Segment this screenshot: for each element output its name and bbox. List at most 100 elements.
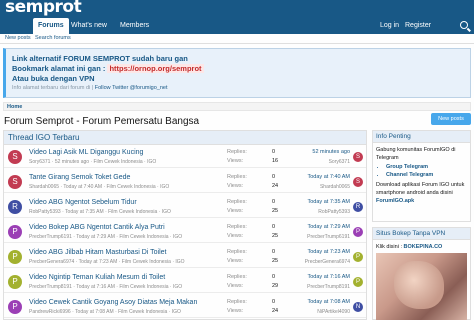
notice-alternate-link[interactable]: https://ornop.org/semprot bbox=[107, 64, 204, 73]
views-count: 25 bbox=[272, 258, 279, 264]
twitter-link[interactable]: Follow Twitter @forumigo_net bbox=[95, 85, 168, 91]
last-post-user[interactable]: RobPatty5393 bbox=[318, 209, 350, 215]
last-post-user[interactable]: PrecberTrump8191 bbox=[307, 284, 350, 290]
last-poster-avatar[interactable]: R bbox=[353, 202, 363, 212]
channel-telegram-link[interactable]: Channel Telegram bbox=[386, 171, 467, 179]
last-post-user[interactable]: Shardah0065 bbox=[320, 184, 350, 190]
avatar[interactable]: P bbox=[8, 300, 22, 314]
last-post-time[interactable]: Today at 7:16 AM bbox=[308, 274, 351, 280]
new-posts-button[interactable]: New posts bbox=[431, 113, 471, 125]
last-poster-avatar[interactable]: S bbox=[353, 177, 363, 187]
thread-title[interactable]: Tante Girang Semok Toket Gede bbox=[29, 174, 130, 181]
views-label: Views: bbox=[227, 258, 244, 264]
last-post-time[interactable]: Today at 7:29 AM bbox=[308, 224, 351, 230]
last-post-time[interactable]: 52 minutes ago bbox=[312, 149, 350, 155]
sidebar-info-body: Gabung komunitas ForumIGO di Telegram Gr… bbox=[373, 143, 470, 208]
site-logo[interactable]: semprot bbox=[5, 0, 82, 17]
views-count: 25 bbox=[272, 208, 279, 214]
last-poster-avatar[interactable]: S bbox=[353, 152, 363, 162]
thread-title[interactable]: Video Lagi Asik ML Diganggu Kucing bbox=[29, 149, 143, 156]
promo-banner-image[interactable] bbox=[376, 253, 467, 320]
replies-label: Replies: bbox=[227, 299, 247, 305]
thread-meta: Sory6371 · 52 minutes ago · Film Cewek I… bbox=[29, 159, 157, 165]
thread-title[interactable]: Video ABG Jilbab Hitam Masturbasi Di Toi… bbox=[29, 249, 166, 256]
login-link[interactable]: Log in bbox=[380, 18, 399, 33]
notice-info-text: Info alamat terbaru dari forum di bbox=[12, 85, 91, 91]
replies-label: Replies: bbox=[227, 174, 247, 180]
avatar[interactable]: R bbox=[8, 200, 22, 214]
last-poster-avatar[interactable]: P bbox=[353, 227, 363, 237]
sidebar-info-intro: Gabung komunitas ForumIGO di Telegram bbox=[376, 147, 456, 161]
replies-count: 0 bbox=[272, 149, 276, 155]
apk-download-link[interactable]: ForumIGO.apk bbox=[376, 197, 467, 205]
last-post-time[interactable]: Today at 7:23 AM bbox=[308, 249, 351, 255]
tab-forums[interactable]: Forums bbox=[33, 18, 69, 34]
replies-count: 0 bbox=[272, 249, 276, 255]
thread-title[interactable]: Video Cewek Cantik Goyang Asoy Diatas Me… bbox=[29, 299, 197, 306]
thread-row[interactable]: R Video ABG Ngentot Sebelum Tidur RobPat… bbox=[4, 196, 366, 218]
group-telegram-link[interactable]: Group Telegram bbox=[386, 163, 467, 171]
last-poster-avatar[interactable]: N bbox=[353, 302, 363, 312]
last-post-user[interactable]: PrecberTrump6191 bbox=[307, 234, 350, 240]
search-forums-link[interactable]: Search forums bbox=[35, 35, 71, 41]
last-post-time[interactable]: Today at 7:40 AM bbox=[308, 174, 351, 180]
avatar[interactable]: P bbox=[8, 275, 22, 289]
last-poster-avatar[interactable]: P bbox=[353, 252, 363, 262]
search-icon[interactable] bbox=[460, 21, 468, 29]
avatar[interactable]: P bbox=[8, 250, 22, 264]
site-header: semprot bbox=[0, 0, 474, 17]
last-post-time[interactable]: Today at 7:35 AM bbox=[308, 199, 351, 205]
notice-line-3: Atau buka dengan VPN bbox=[12, 74, 95, 83]
sidebar-download-text: Download aplikasi Forum IGO untuk smartp… bbox=[376, 182, 465, 196]
thread-list-heading[interactable]: Thread IGO Terbaru bbox=[4, 131, 366, 145]
views-label: Views: bbox=[227, 183, 244, 189]
replies-label: Replies: bbox=[227, 249, 247, 255]
replies-count: 0 bbox=[272, 274, 276, 280]
thread-row[interactable]: P Video ABG Jilbab Hitam Masturbasi Di T… bbox=[4, 246, 366, 268]
notice-footer: Info alamat terbaru dari forum di | Foll… bbox=[12, 85, 168, 91]
breadcrumb: Home bbox=[3, 102, 471, 111]
promo-link[interactable]: BOKEPINA.CO bbox=[404, 244, 443, 250]
replies-count: 0 bbox=[272, 174, 276, 180]
sidebar-promo-line: Klik disini : BOKEPINA.CO bbox=[373, 240, 470, 254]
avatar[interactable]: P bbox=[8, 225, 22, 239]
new-posts-link[interactable]: New posts bbox=[5, 35, 31, 41]
replies-label: Replies: bbox=[227, 199, 247, 205]
thread-row[interactable]: S Tante Girang Semok Toket Gede Shardah0… bbox=[4, 171, 366, 193]
telegram-links: Group Telegram Channel Telegram bbox=[376, 163, 467, 179]
register-link[interactable]: Register bbox=[405, 18, 431, 33]
last-poster-avatar[interactable]: P bbox=[353, 277, 363, 287]
views-count: 16 bbox=[272, 158, 279, 164]
views-label: Views: bbox=[227, 308, 244, 314]
avatar[interactable]: S bbox=[8, 150, 22, 164]
last-post-user[interactable]: Sory6371 bbox=[329, 159, 350, 165]
views-count: 29 bbox=[272, 283, 279, 289]
sidebar-info-heading: Info Penting bbox=[373, 131, 470, 143]
views-count: 25 bbox=[272, 233, 279, 239]
avatar[interactable]: S bbox=[8, 175, 22, 189]
thread-row[interactable]: S Video Lagi Asik ML Diganggu Kucing Sor… bbox=[4, 146, 366, 168]
sidebar-promo-heading: Situs Bokep Tanpa VPN bbox=[373, 228, 470, 240]
last-post-user[interactable]: NiPArtikel4090 bbox=[317, 309, 350, 315]
thread-meta: PrecberGenera6974 · Today at 7:23 AM · F… bbox=[29, 259, 185, 265]
notice-bookmark-text: Bookmark alamat ini gan : bbox=[12, 64, 108, 73]
last-post-user[interactable]: PrecberGenera6974 bbox=[305, 259, 350, 265]
sidebar-info-block: Info Penting Gabung komunitas ForumIGO d… bbox=[372, 130, 471, 222]
thread-meta: PandrewRicki6996 · Today at 7:08 AM · Fi… bbox=[29, 309, 181, 315]
thread-row[interactable]: P Video Ngintip Teman Kuliah Mesum di To… bbox=[4, 271, 366, 293]
tab-whats-new[interactable]: What's new bbox=[66, 18, 112, 34]
sub-navigation: New posts Search forums bbox=[0, 34, 474, 44]
thread-title[interactable]: Video Bokep ABG Ngentot Cantik Alya Putr… bbox=[29, 224, 165, 231]
replies-count: 0 bbox=[272, 299, 276, 305]
replies-count: 0 bbox=[272, 199, 276, 205]
thread-list-block: Thread IGO Terbaru S Video Lagi Asik ML … bbox=[3, 130, 367, 320]
main-navbar: Forums What's new Members Log in Registe… bbox=[0, 17, 474, 34]
notice-line-1: Link alternatif FORUM SEMPROT sudah baru… bbox=[12, 54, 188, 63]
thread-title[interactable]: Video ABG Ngentot Sebelum Tidur bbox=[29, 199, 137, 206]
last-post-time[interactable]: Today at 7:08 AM bbox=[308, 299, 351, 305]
thread-row[interactable]: P Video Cewek Cantik Goyang Asoy Diatas … bbox=[4, 296, 366, 318]
thread-title[interactable]: Video Ngintip Teman Kuliah Mesum di Toil… bbox=[29, 274, 165, 281]
breadcrumb-home[interactable]: Home bbox=[7, 104, 22, 110]
tab-members[interactable]: Members bbox=[115, 18, 154, 34]
thread-row[interactable]: P Video Bokep ABG Ngentot Cantik Alya Pu… bbox=[4, 221, 366, 243]
